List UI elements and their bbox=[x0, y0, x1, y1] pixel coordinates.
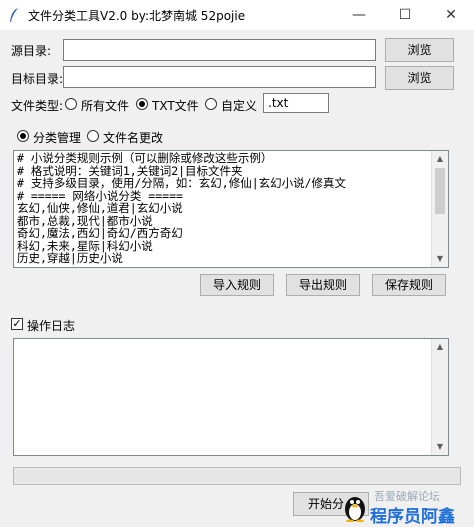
radio-all-files[interactable] bbox=[65, 98, 77, 110]
scroll-up-arrow-icon[interactable]: ▲ bbox=[432, 151, 448, 167]
close-button[interactable]: ✕ bbox=[428, 0, 474, 30]
rules-line: 奇幻,魔法,西幻|奇幻/西方奇幻 bbox=[17, 226, 183, 240]
progress-bar bbox=[13, 467, 461, 485]
radio-all-files-label: 所有文件 bbox=[81, 99, 130, 113]
scroll-down-arrow-icon[interactable]: ▼ bbox=[432, 251, 448, 267]
feather-app-icon bbox=[10, 8, 18, 22]
minimize-button[interactable]: — bbox=[336, 0, 382, 30]
source-browse-button[interactable]: 浏览 bbox=[385, 38, 454, 62]
rules-scrollbar[interactable]: ▲ ▼ bbox=[431, 151, 448, 267]
log-textarea[interactable]: ▲ ▼ bbox=[13, 338, 449, 456]
target-input[interactable] bbox=[63, 66, 376, 88]
window-title: 文件分类工具V2.0 by:北梦南城 52pojie bbox=[28, 9, 246, 23]
source-label: 源目录: bbox=[11, 44, 52, 58]
rules-line: # 小说分类规则示例（可以删除或修改这些示例） bbox=[17, 151, 273, 165]
radio-rename-mode[interactable] bbox=[87, 130, 99, 142]
log-label: 操作日志 bbox=[27, 319, 76, 333]
scroll-up-arrow-icon[interactable]: ▲ bbox=[432, 339, 448, 355]
radio-classify-mode-label: 分类管理 bbox=[33, 131, 82, 145]
watermark: 吾爱破解论坛 程序员阿鑫 bbox=[340, 488, 474, 527]
title-bar: 文件分类工具V2.0 by:北梦南城 52pojie — ☐ ✕ bbox=[0, 0, 474, 30]
radio-custom-label: 自定义 bbox=[221, 99, 258, 113]
custom-extension-input[interactable]: .txt bbox=[263, 93, 329, 113]
import-rules-button[interactable]: 导入规则 bbox=[200, 274, 274, 296]
file-type-label: 文件类型: bbox=[11, 99, 64, 113]
radio-txt-files-label: TXT文件 bbox=[152, 99, 199, 113]
radio-custom[interactable] bbox=[205, 98, 217, 110]
save-rules-button[interactable]: 保存规则 bbox=[372, 274, 446, 296]
maximize-button[interactable]: ☐ bbox=[382, 0, 428, 30]
scroll-down-arrow-icon[interactable]: ▼ bbox=[432, 439, 448, 455]
radio-rename-mode-label: 文件名更改 bbox=[103, 131, 164, 145]
target-label: 目标目录: bbox=[11, 72, 64, 86]
target-browse-button[interactable]: 浏览 bbox=[385, 66, 454, 90]
penguin-logo-icon bbox=[345, 497, 365, 522]
watermark-author-text: 程序员阿鑫 bbox=[370, 507, 455, 527]
rules-line: 玄幻,仙侠,修仙,道君|玄幻小说 bbox=[17, 201, 183, 215]
log-scrollbar[interactable]: ▲ ▼ bbox=[431, 339, 448, 455]
rules-line: # 支持多级目录，使用/分隔，如：玄幻,修仙|玄幻小说/修真文 bbox=[17, 176, 347, 190]
radio-classify-mode[interactable] bbox=[17, 130, 29, 142]
log-checkbox[interactable]: ✓ bbox=[11, 318, 23, 330]
rules-line: 历史,穿越|历史小说 bbox=[17, 251, 123, 265]
rules-textarea[interactable]: # 小说分类规则示例（可以删除或修改这些示例） # 格式说明：关键词1,关键词2… bbox=[13, 150, 449, 268]
export-rules-button[interactable]: 导出规则 bbox=[286, 274, 360, 296]
radio-txt-files[interactable] bbox=[136, 98, 148, 110]
scroll-thumb[interactable] bbox=[435, 168, 445, 214]
source-input[interactable] bbox=[63, 39, 376, 61]
